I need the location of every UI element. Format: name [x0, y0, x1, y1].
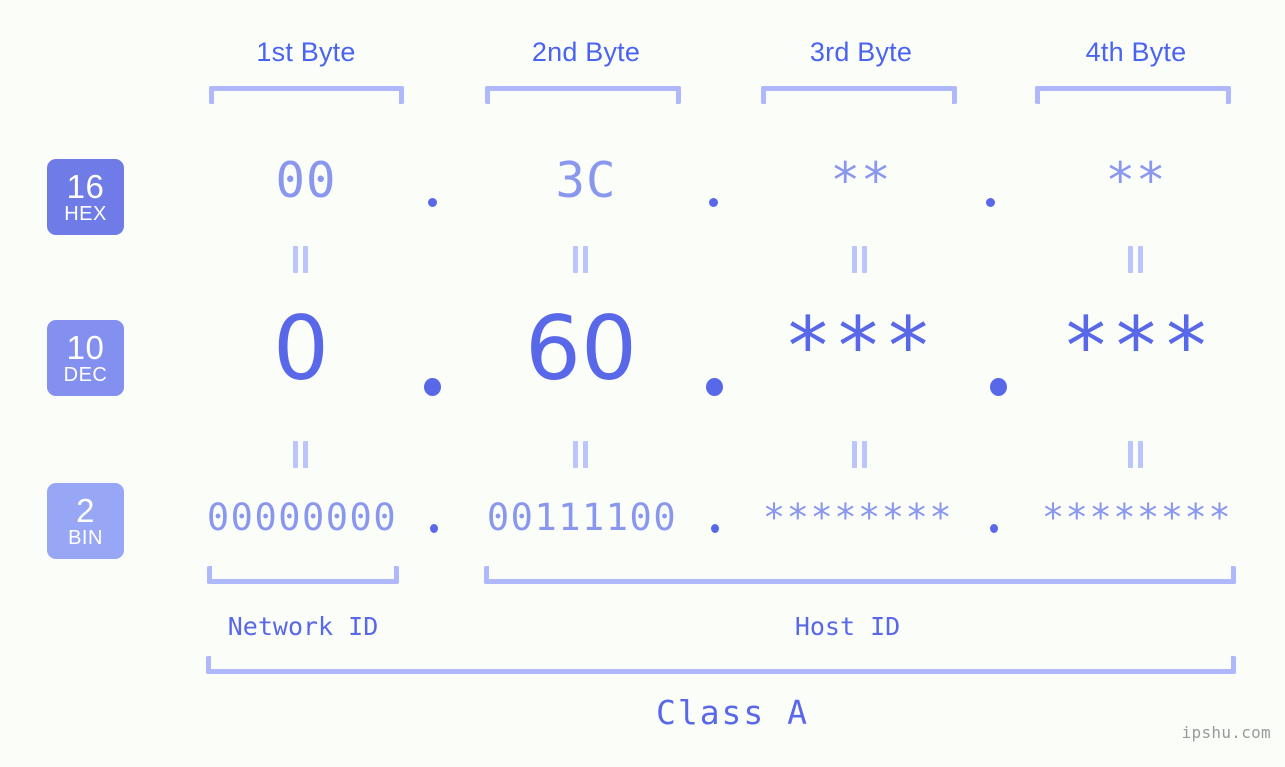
base-badge-hex[interactable]: 16 HEX [47, 159, 124, 235]
bin-separator-2 [711, 524, 719, 533]
hex-byte-4-value: ** [1105, 152, 1167, 209]
hex-separator-2 [709, 198, 718, 207]
dec-separator-1 [424, 378, 441, 396]
byte-bracket-2 [485, 86, 681, 104]
site-watermark: ipshu.com [1181, 723, 1271, 742]
base-badge-bin[interactable]: 2 BIN [47, 483, 124, 559]
equals-dec-bin-3 [851, 441, 869, 468]
hex-byte-2-value: 3C [555, 152, 617, 209]
byte-bracket-4 [1035, 86, 1231, 104]
base-badge-dec-number: 10 [66, 329, 105, 366]
equals-dec-bin-4 [1127, 441, 1145, 468]
class-bracket [206, 656, 1236, 674]
bin-byte-2-value: 00111100 [486, 496, 678, 539]
equals-hex-dec-1 [292, 246, 310, 273]
byte-bracket-3 [761, 86, 957, 104]
base-badge-bin-name: BIN [68, 527, 103, 549]
equals-dec-bin-1 [292, 441, 310, 468]
bin-byte-1-value: 00000000 [206, 496, 398, 539]
hex-separator-1 [428, 198, 437, 207]
equals-hex-dec-3 [851, 246, 869, 273]
byte-header-1: 1st Byte [256, 37, 356, 67]
equals-hex-dec-2 [572, 246, 590, 273]
bin-byte-4-value: ******** [1041, 496, 1233, 539]
class-label: Class A [655, 693, 810, 732]
dec-byte-3-value: *** [783, 300, 935, 393]
ip-byte-breakdown-diagram: 1st Byte 2nd Byte 3rd Byte 4th Byte 16 H… [0, 0, 1285, 767]
dec-separator-3 [990, 378, 1007, 396]
host-id-bracket [484, 566, 1236, 584]
base-badge-bin-number: 2 [76, 492, 95, 529]
host-id-label: Host ID [794, 612, 901, 641]
byte-header-4: 4th Byte [1085, 37, 1187, 67]
hex-separator-3 [986, 198, 995, 207]
network-id-bracket [207, 566, 399, 584]
byte-bracket-1 [209, 86, 404, 104]
equals-hex-dec-4 [1127, 246, 1145, 273]
bin-byte-3-value: ******** [762, 496, 954, 539]
base-badge-hex-number: 16 [66, 168, 105, 205]
dec-separator-2 [706, 378, 723, 396]
byte-header-2: 2nd Byte [531, 37, 641, 67]
bin-separator-1 [430, 524, 438, 533]
equals-dec-bin-2 [572, 441, 590, 468]
hex-byte-3-value: ** [830, 152, 892, 209]
dec-byte-4-value: *** [1061, 300, 1213, 393]
bin-separator-3 [990, 524, 998, 533]
base-badge-hex-name: HEX [64, 203, 107, 225]
base-badge-dec[interactable]: 10 DEC [47, 320, 124, 396]
hex-byte-1-value: 00 [275, 152, 337, 209]
network-id-label: Network ID [227, 612, 379, 641]
dec-byte-1-value: 0 [273, 297, 329, 400]
base-badge-dec-name: DEC [63, 364, 108, 386]
byte-header-3: 3rd Byte [809, 37, 913, 67]
dec-byte-2-value: 60 [525, 297, 637, 400]
